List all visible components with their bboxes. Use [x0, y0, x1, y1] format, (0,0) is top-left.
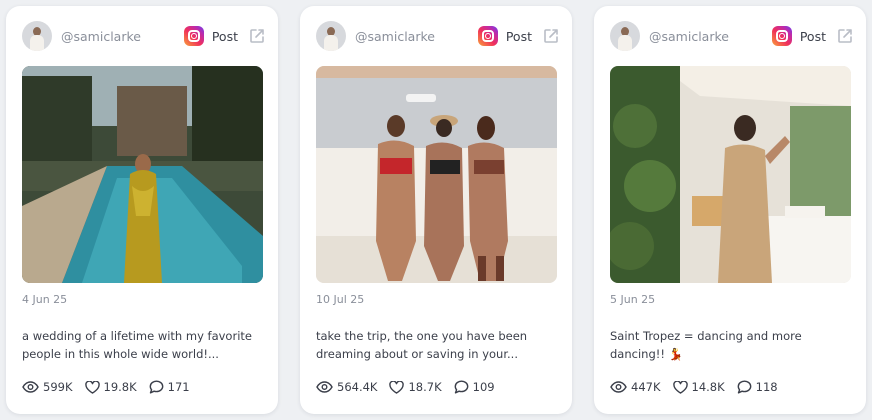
- views-count: 564.4K: [337, 380, 378, 394]
- instagram-icon: [771, 26, 792, 46]
- post-date: 5 Jun 25: [610, 293, 656, 306]
- external-link-icon[interactable]: [248, 27, 266, 45]
- post-card[interactable]: @samiclarke Post 4 Jun 25 a wedding of a…: [6, 6, 278, 414]
- post-date: 10 Jul 25: [316, 293, 365, 306]
- username[interactable]: @samiclarke: [355, 29, 435, 44]
- post-image[interactable]: [22, 66, 263, 283]
- post-stats: 564.4K 18.7K 109: [316, 380, 507, 394]
- card-header: @samiclarke Post: [22, 20, 266, 52]
- likes-count: 19.8K: [103, 380, 137, 394]
- likes-count: 18.7K: [408, 380, 442, 394]
- heart-icon: [672, 380, 688, 394]
- eye-icon: [316, 381, 333, 393]
- external-link-icon[interactable]: [836, 27, 854, 45]
- comment-icon: [454, 380, 469, 394]
- views-stat: 599K: [22, 380, 73, 394]
- comment-icon: [149, 380, 164, 394]
- instagram-icon: [183, 26, 204, 46]
- heart-icon: [84, 380, 100, 394]
- post-label[interactable]: Post: [506, 29, 532, 44]
- card-header: @samiclarke Post: [610, 20, 854, 52]
- views-count: 599K: [43, 380, 73, 394]
- eye-icon: [22, 381, 39, 393]
- comments-count: 171: [167, 380, 190, 394]
- comments-stat: 109: [454, 380, 495, 394]
- instagram-icon: [477, 26, 498, 46]
- comments-stat: 171: [149, 380, 190, 394]
- likes-stat: 14.8K: [672, 380, 725, 394]
- likes-count: 14.8K: [691, 380, 725, 394]
- heart-icon: [389, 380, 405, 394]
- post-label[interactable]: Post: [212, 29, 238, 44]
- post-label[interactable]: Post: [800, 29, 826, 44]
- post-card[interactable]: @samiclarke Post 10 Jul 25 take the trip…: [300, 6, 572, 414]
- username[interactable]: @samiclarke: [649, 29, 729, 44]
- comments-count: 118: [755, 380, 778, 394]
- likes-stat: 19.8K: [84, 380, 137, 394]
- post-image[interactable]: [610, 66, 851, 283]
- post-caption: take the trip, the one you have been dre…: [316, 329, 528, 361]
- eye-icon: [610, 381, 627, 393]
- post-image[interactable]: [316, 66, 557, 283]
- post-caption: Saint Tropez = dancing and more dancing!…: [610, 329, 802, 361]
- avatar[interactable]: [22, 21, 52, 51]
- comments-stat: 118: [737, 380, 778, 394]
- external-link-icon[interactable]: [542, 27, 560, 45]
- avatar[interactable]: [610, 21, 640, 51]
- comments-count: 109: [472, 380, 495, 394]
- views-stat: 447K: [610, 380, 661, 394]
- views-stat: 564.4K: [316, 380, 377, 394]
- post-caption: a wedding of a lifetime with my favorite…: [22, 329, 252, 361]
- post-stats: 599K 19.8K 171: [22, 380, 202, 394]
- views-count: 447K: [631, 380, 661, 394]
- likes-stat: 18.7K: [389, 380, 442, 394]
- post-stats: 447K 14.8K 118: [610, 380, 790, 394]
- avatar[interactable]: [316, 21, 346, 51]
- post-card[interactable]: @samiclarke Post 5 Jun 25 Saint Tropez =…: [594, 6, 866, 414]
- comment-icon: [737, 380, 752, 394]
- card-header: @samiclarke Post: [316, 20, 560, 52]
- username[interactable]: @samiclarke: [61, 29, 141, 44]
- post-date: 4 Jun 25: [22, 293, 68, 306]
